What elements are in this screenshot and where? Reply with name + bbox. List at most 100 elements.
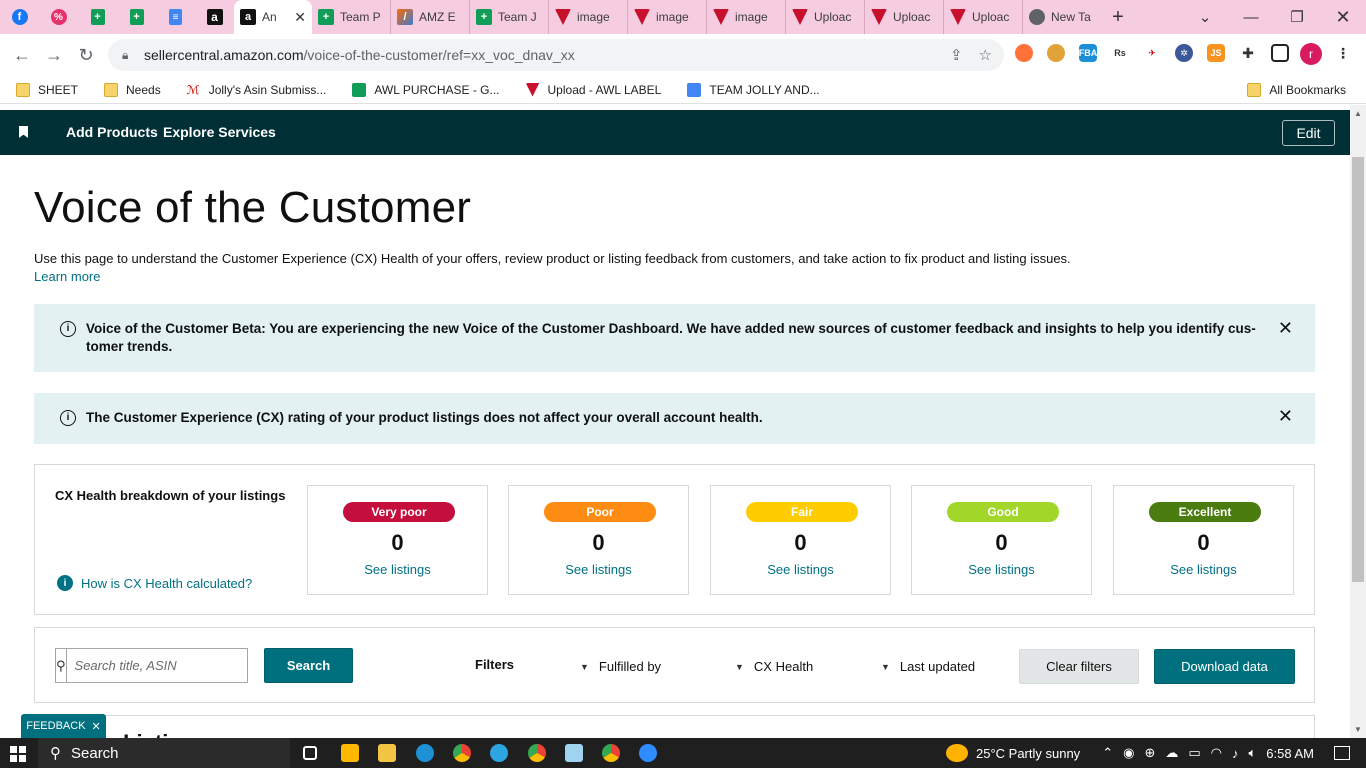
see-listings-link[interactable]: See listings	[308, 562, 487, 577]
bookmark-awl-purchase[interactable]: AWL PURCHASE - G...	[336, 82, 509, 97]
help-link[interactable]: How is CX Health calculated?	[81, 576, 252, 591]
mic-icon[interactable]: ♪	[1232, 746, 1239, 761]
scroll-up-icon[interactable]: ▲	[1354, 109, 1362, 118]
profile-avatar[interactable]: r	[1300, 43, 1322, 65]
new-tab-button[interactable]: +	[1102, 0, 1134, 34]
close-icon[interactable]: ✕	[294, 9, 306, 26]
task-view-icon[interactable]	[303, 746, 317, 760]
close-icon[interactable]: ✕	[92, 720, 101, 733]
file-explorer-icon[interactable]	[378, 744, 396, 762]
bookmark-label: AWL PURCHASE - G...	[374, 82, 500, 97]
rating-pill: Excellent	[1149, 502, 1261, 522]
weather-text[interactable]: 25°C Partly sunny	[976, 746, 1080, 761]
last-updated-dropdown[interactable]: ▼ Last updated	[881, 659, 975, 674]
see-listings-link[interactable]: See listings	[509, 562, 688, 577]
bookmark-asin[interactable]: ℳ Jolly's Asin Submiss...	[171, 83, 337, 97]
pinned-tab-facebook[interactable]: f	[0, 0, 39, 34]
bookmark-upload-awl[interactable]: Upload - AWL LABEL	[510, 82, 672, 97]
notification-icon[interactable]	[1334, 746, 1350, 760]
bookmark-needs[interactable]: Needs	[88, 82, 171, 97]
notepad-icon[interactable]	[565, 744, 583, 762]
windows-start-icon[interactable]	[10, 746, 26, 762]
extension-js-icon[interactable]: JS	[1207, 44, 1225, 62]
scroll-down-icon[interactable]: ▼	[1354, 725, 1362, 734]
bookmark-team-jolly[interactable]: TEAM JOLLY AND...	[671, 82, 829, 97]
forward-button[interactable]: →	[38, 39, 70, 71]
tab-active-amazon[interactable]: a An ✕	[234, 0, 312, 34]
all-bookmarks[interactable]: All Bookmarks	[1231, 82, 1356, 97]
bookmark-sheet[interactable]: SHEET	[0, 82, 88, 97]
telegram-icon[interactable]	[490, 744, 508, 762]
tab-image-3[interactable]: image	[707, 0, 786, 34]
search-button[interactable]: Search	[264, 648, 353, 683]
tab-upload-3[interactable]: Uploac	[944, 0, 1023, 34]
record-icon[interactable]: ◉	[1123, 745, 1134, 761]
wifi-icon[interactable]: ◠	[1211, 745, 1222, 761]
pinned-tab-amazon[interactable]: a	[195, 0, 234, 34]
close-icon[interactable]: ✕	[1278, 407, 1293, 425]
clear-filters-button[interactable]: Clear filters	[1019, 649, 1139, 684]
cx-health-help[interactable]: i How is CX Health calculated?	[57, 575, 252, 591]
extension-rs-icon[interactable]: Rs	[1111, 44, 1129, 62]
close-window-button[interactable]: ✕	[1320, 0, 1366, 34]
puzzle-icon[interactable]: ✚	[1239, 44, 1257, 62]
tab-image-2[interactable]: image	[628, 0, 707, 34]
tab-image-1[interactable]: image	[549, 0, 628, 34]
extension-gear-icon[interactable]: ✲	[1175, 44, 1193, 62]
extension-cookie-icon[interactable]	[1047, 44, 1065, 62]
pinned-tab-sheets[interactable]: +	[78, 0, 117, 34]
download-data-button[interactable]: Download data	[1154, 649, 1295, 684]
zoom-icon[interactable]	[639, 744, 657, 762]
taskbar-search[interactable]: ⚲ Search	[38, 738, 290, 768]
share-icon[interactable]: ⇪	[950, 46, 963, 64]
battery-icon[interactable]: ▭	[1188, 745, 1200, 761]
scrollbar-thumb[interactable]	[1352, 157, 1364, 582]
see-listings-link[interactable]: See listings	[1114, 562, 1293, 577]
chevron-down-icon: ▼	[881, 661, 890, 672]
feedback-tab[interactable]: FEEDBACK ✕	[21, 714, 106, 738]
extension-bird-icon[interactable]: ✈	[1143, 44, 1161, 62]
explore-services-link[interactable]: Explore Services	[163, 124, 276, 140]
see-listings-link[interactable]: See listings	[711, 562, 890, 577]
restore-button[interactable]: ❐	[1274, 0, 1320, 34]
edit-button[interactable]: Edit	[1282, 120, 1335, 146]
fulfilled-by-dropdown[interactable]: ▼ Fulfilled by	[580, 659, 661, 674]
clock-time[interactable]: 6:58 AM	[1266, 746, 1314, 761]
sidepanel-icon[interactable]	[1271, 44, 1289, 62]
chevron-up-icon[interactable]: ⌃	[1102, 745, 1113, 761]
cloud-icon[interactable]: ☁	[1165, 745, 1178, 761]
cx-health-dropdown[interactable]: ▼ CX Health	[735, 659, 813, 674]
pinned-tab-sheets-2[interactable]: +	[117, 0, 156, 34]
chrome-icon[interactable]	[602, 744, 620, 762]
edge-icon[interactable]	[416, 744, 434, 762]
back-button[interactable]: ←	[6, 39, 38, 71]
tab-new-tab[interactable]: New Ta	[1023, 0, 1102, 34]
reload-button[interactable]: ↻	[70, 39, 102, 71]
store-icon[interactable]	[341, 744, 359, 762]
address-bar[interactable]: 🔒︎ sellercentral.amazon.com/voice-of-the…	[108, 39, 1004, 71]
chrome-icon[interactable]	[528, 744, 546, 762]
tab-upload-1[interactable]: Uploac	[786, 0, 865, 34]
tab-team-p[interactable]: + Team P	[312, 0, 391, 34]
close-icon[interactable]: ✕	[1278, 319, 1293, 337]
pinned-tab-percent[interactable]: %	[39, 0, 78, 34]
volume-icon[interactable]: 🔈︎	[1248, 745, 1256, 761]
tab-amz[interactable]: / AMZ E	[391, 0, 470, 34]
menu-kebab-icon[interactable]: ⋮	[1334, 44, 1352, 62]
extension-firefox-icon[interactable]	[1015, 44, 1033, 62]
minimize-button[interactable]: —	[1228, 0, 1274, 34]
add-products-link[interactable]: Add Products	[66, 124, 158, 140]
meet-icon[interactable]: ⊕	[1144, 745, 1155, 761]
page-scrollbar[interactable]: ▲ ▼	[1350, 105, 1366, 738]
see-listings-link[interactable]: See listings	[912, 562, 1091, 577]
learn-more-link[interactable]: Learn more	[34, 269, 100, 284]
tab-upload-2[interactable]: Uploac	[865, 0, 944, 34]
pinned-tab-docs[interactable]: ≡	[156, 0, 195, 34]
chrome-icon[interactable]	[453, 744, 471, 762]
search-input[interactable]	[66, 649, 253, 682]
tab-search-chevron-icon[interactable]: ⌄	[1182, 0, 1228, 34]
tab-team-j[interactable]: + Team J	[470, 0, 549, 34]
star-icon[interactable]: ☆	[979, 46, 992, 64]
extension-fba-icon[interactable]: FBA	[1079, 44, 1097, 62]
bookmark-icon[interactable]	[19, 126, 28, 138]
